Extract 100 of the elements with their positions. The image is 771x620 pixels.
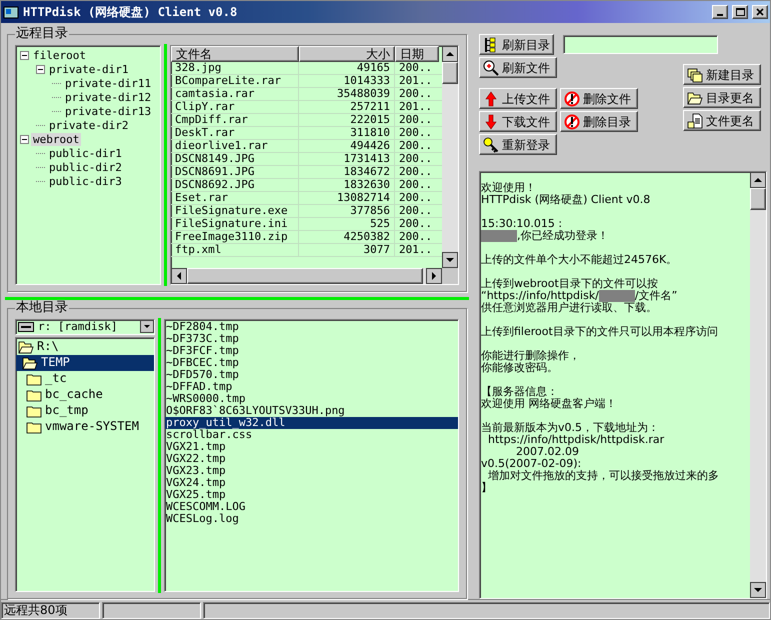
file-item[interactable]: ~DFBCEC.tmp [165,356,458,369]
file-item[interactable]: VGX22.tmp [165,452,458,465]
scrollbar-thumb[interactable] [750,188,766,210]
scroll-up-icon [750,172,766,188]
log-line: 2007.02.09 [516,446,579,458]
tree-item[interactable]: webroot [31,132,82,146]
tree-item[interactable]: public-dir2 [47,160,124,174]
column-header[interactable]: 日期 [395,46,439,62]
table-cell: DeskT.rar [171,127,299,139]
table-cell: Eset.rar [171,192,299,204]
table-cell-text: 201.. [398,101,434,113]
folder-item[interactable]: bc_tmp [16,402,154,419]
file-item[interactable]: VGX25.tmp [165,488,458,501]
log-line: HTTPdisk (网络硬盘) Client v0.8 [481,194,650,206]
maximize-icon [736,8,744,16]
table-cell: FileSignature.ini [171,218,299,230]
table-cell-text: 200.. [398,231,434,243]
open-folder-icon [687,90,703,106]
tree-item[interactable]: public-dir3 [47,174,124,188]
table-cell: DSCN8692.JPG [171,179,299,191]
folder-item[interactable]: vmware-SYSTEM [16,418,154,435]
table-cell: 222015 [299,114,395,126]
file-item[interactable]: proxy_util_w32.dll [165,416,458,429]
text-field[interactable] [563,35,718,54]
minimize-button[interactable] [712,5,728,19]
file-item[interactable]: ~DFD570.tmp [165,368,458,381]
file-item[interactable]: VGX21.tmp [165,440,458,453]
scrollbar[interactable] [442,46,458,268]
scrollbar-thumb[interactable] [442,62,458,84]
table-cell: BCompareLite.rar [171,75,299,87]
folder-item[interactable]: bc_cache [16,386,154,403]
drive-icon [18,322,34,332]
folder-item[interactable]: _tc [16,370,154,387]
status-text: 远程共80项 [1,602,100,619]
table-cell: 1832630 [299,179,395,191]
toolbar-button[interactable]: 刷新目录 [479,34,554,55]
column-header[interactable]: 文件名 [171,46,299,62]
toolbar-button[interactable]: 刷新文件 [479,57,557,78]
log-line: 欢迎使用！ [481,182,536,194]
file-item[interactable]: VGX23.tmp [165,464,458,477]
column-header[interactable]: 大小 [299,46,395,62]
log-line: 你能修改密码。 [481,362,558,374]
scrollbar-thumb[interactable] [187,268,423,284]
log-text: /文件名” [634,290,678,302]
scrollbar[interactable] [171,268,458,284]
tree-item[interactable]: private-dir1 [47,62,130,76]
toolbar-button[interactable]: 新建目录 [683,64,761,85]
file-item[interactable]: O$ORF83`8C63LYOUTSV33UH.png [165,404,458,417]
log-line: 增加对文件拖放的支持，可以接受拖放过来的多 [486,470,719,482]
file-item[interactable]: ~DF3FCF.tmp [165,344,458,357]
table-cell: FreeImage3110.zip [171,231,299,243]
file-item[interactable]: ~DF2804.tmp [165,320,458,333]
scroll-down-icon [442,252,458,268]
table-cell: 525 [299,218,395,230]
file-item[interactable]: scrollbar.css [165,428,458,441]
toolbar-button[interactable]: 目录更名 [683,87,761,108]
table-cell-text: 201.. [398,244,434,256]
tree-item[interactable]: private-dir11 [63,76,154,90]
toolbar-button[interactable]: 重新登录 [479,134,557,155]
file-item[interactable]: WCESLog.log [165,512,458,525]
redaction-bar [598,290,635,302]
folder-item[interactable]: R:\ [16,338,154,355]
table-cell: 1014333 [299,75,395,87]
drive-dropdown[interactable]: r: [ramdisk] [15,318,155,335]
toolbar-button[interactable]: 文件更名 [683,110,761,131]
open-folder-icon [18,338,34,355]
log-line: 上传到fileroot目录下的文件只可以用本程序访问 [481,326,718,338]
tree-item[interactable]: private-dir13 [63,104,154,118]
scrollbar[interactable] [750,172,766,598]
maximize-button[interactable] [732,5,748,19]
toolbar-button[interactable]: 下载文件 [479,111,557,132]
scroll-down-icon [750,582,766,598]
table-cell: 377856 [299,205,395,217]
scroll-left-icon [171,268,187,284]
toolbar-button[interactable]: 上传文件 [479,88,557,109]
folder-item[interactable]: TEMP [16,354,154,371]
file-item[interactable]: ~DF373C.tmp [165,332,458,345]
table-cell-text: 200.. [398,88,434,100]
table-cell: camtasia.rar [171,88,299,100]
log-text: ,你已经成功登录！ [517,230,608,242]
table-cell: dieorlive1.rar [171,140,299,152]
up-arrow-icon [483,90,499,106]
table-cell-text: 200.. [398,192,434,204]
file-item[interactable]: ~WRS0000.tmp [165,392,458,405]
tree-item[interactable]: private-dir2 [47,118,130,132]
tree-item[interactable]: fileroot [31,48,88,62]
tree-item[interactable]: public-dir1 [47,146,124,160]
toolbar-button[interactable]: 删除文件 [560,88,638,109]
down-arrow-icon [483,114,499,130]
table-cell: FileSignature.exe [171,205,299,217]
file-item[interactable]: ~DFFAD.tmp [165,380,458,393]
close-button[interactable] [752,5,768,19]
toolbar-button[interactable]: 删除目录 [560,111,638,132]
tree-item[interactable]: private-dir12 [63,90,154,104]
file-item[interactable]: WCESCOMM.LOG [165,500,458,513]
table-cell: 4250382 [299,231,395,243]
table-cell-text: 200.. [398,140,434,152]
table-cell: 1731413 [299,153,395,165]
file-item[interactable]: VGX24.tmp [165,476,458,489]
log-line: https://info/httpdisk/httpdisk.rar [486,434,664,446]
